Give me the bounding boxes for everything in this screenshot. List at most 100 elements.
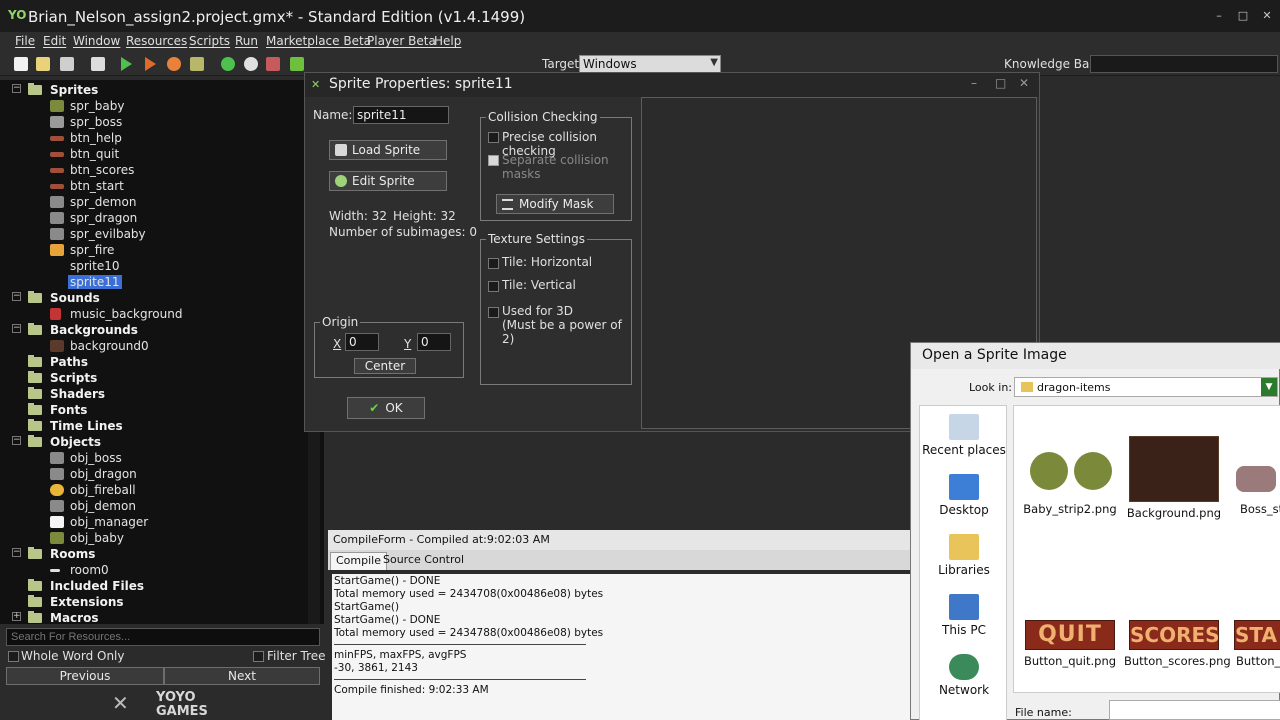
minimize-icon[interactable]: – <box>971 76 977 90</box>
file-item[interactable]: SCORES Button_scores.png <box>1124 620 1231 668</box>
tile-horizontal-label: Tile: Horizontal <box>502 255 593 269</box>
look-in-select[interactable]: dragon-items ▼ <box>1014 377 1278 397</box>
sprite-icon <box>50 196 64 208</box>
menu-marketplace[interactable]: Marketplace Beta <box>266 34 371 48</box>
origin-x-input[interactable]: 0 <box>345 333 379 351</box>
save-icon[interactable] <box>60 57 74 71</box>
menu-scripts[interactable]: Scripts <box>189 34 230 48</box>
title-bar: YO Brian_Nelson_assign2.project.gmx* - S… <box>0 0 1280 32</box>
menu-help[interactable]: Help <box>434 34 461 48</box>
file-item[interactable]: Background.png <box>1124 436 1224 520</box>
libraries-icon <box>949 534 979 560</box>
file-item[interactable]: Boss_str <box>1228 436 1280 516</box>
folder-icon <box>28 323 42 335</box>
file-thumbnail: STA <box>1234 620 1280 650</box>
minimize-icon[interactable]: – <box>1212 10 1226 21</box>
center-button[interactable]: Center <box>354 358 416 374</box>
sprite-name-input[interactable]: sprite11 <box>353 106 449 124</box>
tile-horizontal-checkbox[interactable] <box>488 258 499 269</box>
this-pc-icon <box>949 594 979 620</box>
place-desktop[interactable]: Desktop <box>920 474 1008 517</box>
dialog-title: Open a Sprite Image <box>911 343 1280 369</box>
place-recent[interactable]: Recent places <box>920 414 1008 457</box>
chevron-down-icon[interactable]: ▼ <box>1261 378 1277 396</box>
whole-word-checkbox[interactable] <box>8 651 19 662</box>
load-sprite-button[interactable]: Load Sprite <box>329 140 447 160</box>
close-icon[interactable]: ✕ <box>1260 10 1274 21</box>
collapse-icon[interactable]: − <box>12 436 21 445</box>
add-sprite-icon[interactable] <box>221 57 235 71</box>
folder-icon <box>1021 382 1033 392</box>
desktop-icon <box>949 474 979 500</box>
target-select[interactable]: Windows ▼ <box>579 55 721 73</box>
places-bar: Recent places Desktop Libraries This PC … <box>919 405 1007 720</box>
expand-icon[interactable]: + <box>12 612 21 621</box>
menu-run[interactable]: Run <box>235 34 258 48</box>
object-icon <box>50 452 64 464</box>
file-item[interactable]: STA Button_s <box>1228 620 1280 668</box>
origin-y-input[interactable]: 0 <box>417 333 451 351</box>
modify-mask-button[interactable]: Modify Mask <box>496 194 614 214</box>
folder-icon <box>28 355 42 367</box>
folder-open-icon <box>335 144 347 156</box>
ok-button[interactable]: ✔ OK <box>347 397 425 419</box>
filter-tree-checkbox[interactable] <box>253 651 264 662</box>
previous-button[interactable]: Previous <box>6 667 164 685</box>
log-separator <box>334 644 586 645</box>
edit-sprite-button[interactable]: Edit Sprite <box>329 171 447 191</box>
width-label: Width: 32 <box>329 209 387 223</box>
used-for-3d-checkbox[interactable] <box>488 307 499 318</box>
place-network[interactable]: Network <box>920 654 1008 697</box>
power-of-2-note: (Must be a power of 2) <box>502 318 622 346</box>
run-icon[interactable] <box>121 57 132 71</box>
place-libraries[interactable]: Libraries <box>920 534 1008 577</box>
tile-vertical-label: Tile: Vertical <box>502 278 576 292</box>
maximize-icon[interactable]: □ <box>1236 10 1250 21</box>
add-sound-icon[interactable] <box>244 57 258 71</box>
background-icon <box>50 340 64 352</box>
sprite-icon <box>50 168 64 173</box>
create-executable-icon[interactable] <box>91 57 105 71</box>
next-button[interactable]: Next <box>164 667 320 685</box>
menu-window[interactable]: Window <box>73 34 120 48</box>
menu-bar: File Edit Window Resources Scripts Run M… <box>0 32 1280 52</box>
search-resources-input[interactable] <box>6 628 320 646</box>
collapse-icon[interactable]: − <box>12 292 21 301</box>
maximize-icon[interactable]: □ <box>995 76 1006 90</box>
file-name-input[interactable] <box>1109 700 1280 720</box>
precise-collision-checkbox[interactable] <box>488 132 499 143</box>
sprite-icon <box>50 184 64 189</box>
debug-icon[interactable] <box>145 57 156 71</box>
menu-resources[interactable]: Resources <box>126 34 187 48</box>
separate-masks-checkbox[interactable] <box>488 155 499 166</box>
menu-player-beta[interactable]: Player Beta <box>367 34 436 48</box>
menu-edit[interactable]: Edit <box>43 34 66 48</box>
knowledge-base-input[interactable] <box>1090 55 1278 73</box>
tab-source-control[interactable]: Source Control <box>378 552 469 570</box>
stop-icon[interactable] <box>167 57 181 71</box>
file-item[interactable]: Baby_strip2.png <box>1020 436 1120 516</box>
file-thumbnail: SCORES <box>1129 620 1220 650</box>
tile-vertical-checkbox[interactable] <box>488 281 499 292</box>
origin-group: Origin X 0 Y 0 Center <box>314 315 464 378</box>
sprite-icon <box>50 212 64 224</box>
place-this-pc[interactable]: This PC <box>920 594 1008 637</box>
file-item[interactable]: QUIT Button_quit.png <box>1020 620 1120 668</box>
clean-icon[interactable] <box>190 57 204 71</box>
collapse-icon[interactable]: − <box>12 548 21 557</box>
collapse-icon[interactable]: − <box>12 324 21 333</box>
close-icon[interactable]: ✕ <box>1019 76 1029 90</box>
collapse-icon[interactable]: − <box>12 84 21 93</box>
add-background-icon[interactable] <box>266 57 280 71</box>
folder-icon <box>28 547 42 559</box>
sprite-window-titlebar[interactable]: ✕ Sprite Properties: sprite11 – □ ✕ <box>305 73 1039 97</box>
new-project-icon[interactable] <box>14 57 28 71</box>
folder-icon <box>28 403 42 415</box>
open-project-icon[interactable] <box>36 57 50 71</box>
compile-tabs: Compile Source Control <box>328 550 912 570</box>
folder-icon <box>28 83 42 95</box>
sprite-icon <box>50 244 64 256</box>
add-path-icon[interactable] <box>290 57 304 71</box>
menu-file[interactable]: File <box>15 34 35 48</box>
target-value: Windows <box>583 57 637 71</box>
